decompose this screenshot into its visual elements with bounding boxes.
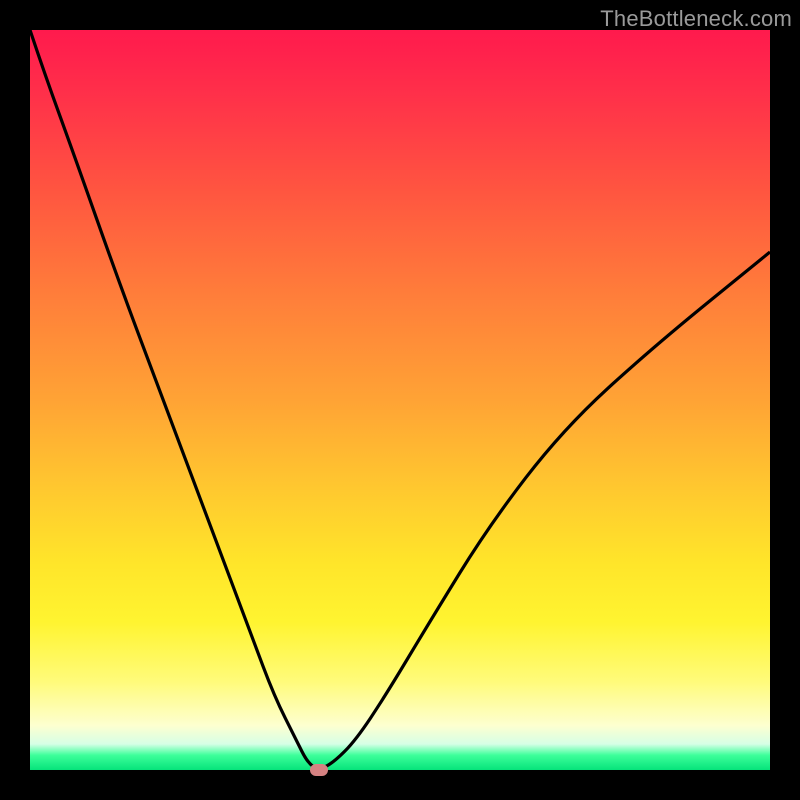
watermark-text: TheBottleneck.com (600, 6, 792, 32)
chart-frame: TheBottleneck.com (0, 0, 800, 800)
optimum-marker (310, 764, 328, 776)
bottleneck-curve (30, 30, 770, 770)
curve-path (30, 30, 770, 768)
